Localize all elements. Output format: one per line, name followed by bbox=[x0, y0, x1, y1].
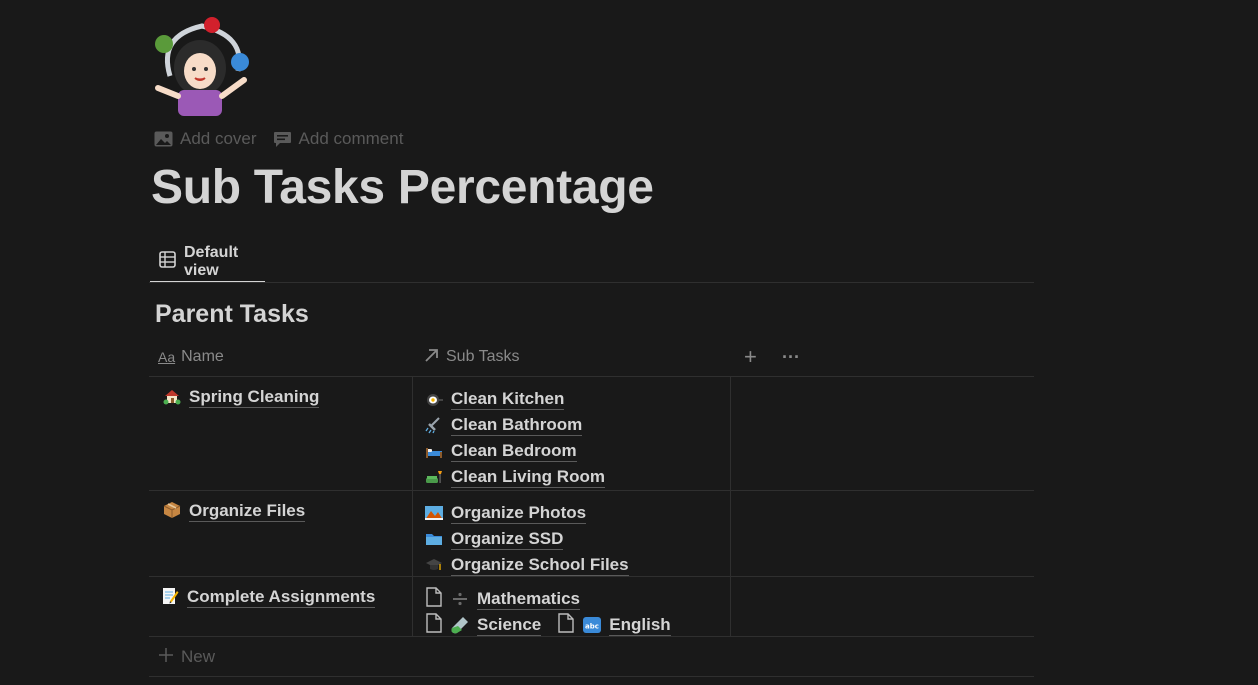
view-divider bbox=[149, 282, 1034, 283]
new-row-label: New bbox=[181, 646, 216, 666]
add-cover-button[interactable]: Add cover bbox=[154, 129, 257, 149]
row-name[interactable]: Spring Cleaning bbox=[189, 387, 320, 408]
table-header: Aa Name Sub Tasks + ··· bbox=[149, 338, 1034, 377]
column-header-name[interactable]: Aa Name bbox=[158, 338, 224, 376]
memo-icon bbox=[161, 587, 179, 605]
sub-task-link[interactable]: Clean Kitchen bbox=[451, 389, 565, 410]
sub-task-link[interactable]: Organize Photos bbox=[451, 503, 587, 524]
abc-icon: abc bbox=[583, 616, 602, 634]
table-row: Organize Files Organize Photos Organize … bbox=[149, 491, 1034, 577]
svg-text:abc: abc bbox=[585, 623, 599, 631]
column-sub-tasks-label: Sub Tasks bbox=[446, 348, 520, 365]
column-header-sub-tasks[interactable]: Sub Tasks bbox=[424, 338, 520, 376]
test-tube-icon bbox=[451, 616, 469, 634]
table-row: Spring Cleaning Clean Kitchen Clean Bath… bbox=[149, 377, 1034, 491]
name-cell[interactable]: Complete Assignments bbox=[149, 577, 413, 636]
sub-task-link[interactable]: Organize School Files bbox=[451, 555, 629, 576]
comment-icon bbox=[273, 131, 292, 148]
sub-task-link[interactable]: Science bbox=[477, 615, 542, 636]
shower-icon bbox=[425, 416, 443, 434]
page-icon bbox=[425, 586, 443, 612]
ellipsis-icon: ··· bbox=[782, 346, 800, 367]
page-icon-woman-juggling[interactable] bbox=[150, 16, 254, 116]
sub-task-link[interactable]: Organize SSD bbox=[451, 529, 564, 550]
relation-arrow-icon bbox=[424, 347, 440, 368]
sub-task-link[interactable]: Clean Living Room bbox=[451, 467, 605, 488]
name-cell[interactable]: Organize Files bbox=[149, 491, 413, 576]
plus-icon bbox=[159, 647, 173, 667]
cooking-icon bbox=[425, 390, 443, 408]
house-garden-icon bbox=[163, 387, 181, 405]
sub-task-link[interactable]: Mathematics bbox=[477, 589, 580, 610]
table-row: Complete Assignments Mathematics Science… bbox=[149, 577, 1034, 637]
add-comment-label: Add comment bbox=[298, 129, 404, 148]
sub-tasks-cell[interactable]: Mathematics Science abc English bbox=[413, 577, 731, 636]
image-icon bbox=[154, 131, 173, 147]
photo-landscape-icon bbox=[425, 504, 443, 522]
package-icon bbox=[163, 501, 181, 519]
add-comment-button[interactable]: Add comment bbox=[273, 129, 404, 149]
text-property-icon: Aa bbox=[158, 349, 176, 365]
table-icon bbox=[159, 250, 176, 273]
graduation-cap-icon bbox=[425, 556, 443, 574]
row-name[interactable]: Complete Assignments bbox=[187, 587, 376, 608]
new-row-button[interactable]: New bbox=[149, 637, 1034, 677]
divide-icon bbox=[451, 590, 469, 608]
folder-icon bbox=[425, 530, 443, 548]
tab-default-view-label: Default view bbox=[184, 243, 239, 279]
sub-tasks-cell[interactable]: Clean Kitchen Clean Bathroom Clean Bedro… bbox=[413, 377, 731, 490]
database-title[interactable]: Parent Tasks bbox=[155, 300, 309, 329]
tab-default-view[interactable]: Default view bbox=[150, 242, 265, 283]
plus-icon: + bbox=[744, 344, 757, 369]
row-name[interactable]: Organize Files bbox=[189, 501, 306, 522]
add-property-button[interactable]: + bbox=[744, 338, 757, 376]
sub-task-link[interactable]: Clean Bathroom bbox=[451, 415, 583, 436]
more-options-button[interactable]: ··· bbox=[782, 338, 800, 376]
add-cover-label: Add cover bbox=[180, 129, 257, 148]
database-table: Aa Name Sub Tasks + ··· Spring Cleaning bbox=[149, 338, 1034, 677]
sub-tasks-cell[interactable]: Organize Photos Organize SSD Organize Sc… bbox=[413, 491, 731, 576]
sub-task-link[interactable]: Clean Bedroom bbox=[451, 441, 577, 462]
column-name-label: Name bbox=[181, 348, 224, 365]
couch-lamp-icon bbox=[425, 468, 443, 486]
bed-icon bbox=[425, 442, 443, 460]
name-cell[interactable]: Spring Cleaning bbox=[149, 377, 413, 490]
sub-task-link[interactable]: English bbox=[609, 615, 671, 636]
page-title[interactable]: Sub Tasks Percentage bbox=[151, 160, 654, 215]
page-icon bbox=[425, 612, 443, 638]
page-icon bbox=[557, 612, 575, 638]
